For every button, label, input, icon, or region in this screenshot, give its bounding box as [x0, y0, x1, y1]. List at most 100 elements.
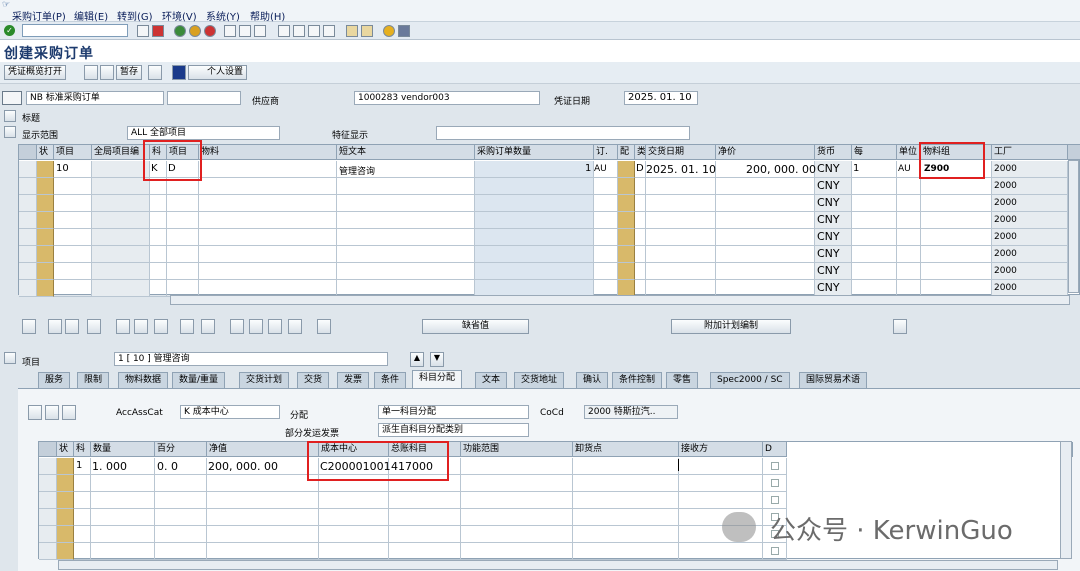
- acct-cat-select[interactable]: K 成本中心: [180, 405, 280, 419]
- exit-icon[interactable]: [189, 25, 201, 37]
- tab-5[interactable]: 交货: [297, 372, 330, 388]
- acct-cell[interactable]: [39, 509, 57, 526]
- item-cell[interactable]: [594, 178, 618, 195]
- plant-cell[interactable]: 2000: [992, 212, 1068, 229]
- total-icon[interactable]: [288, 319, 302, 334]
- col-unit[interactable]: 单位: [897, 145, 921, 160]
- item-cell[interactable]: [92, 212, 150, 229]
- col-net-price[interactable]: 净价: [716, 145, 815, 160]
- item-cell[interactable]: [199, 161, 337, 178]
- acct-cell[interactable]: [319, 526, 389, 543]
- item-cell[interactable]: [475, 161, 594, 178]
- col-per[interactable]: 每: [852, 145, 897, 160]
- item-detail-collapse-icon[interactable]: [4, 352, 16, 364]
- acol-delete[interactable]: D: [763, 442, 787, 457]
- scope-select[interactable]: ALL 全部项目: [127, 126, 280, 140]
- item-cell[interactable]: [37, 212, 54, 229]
- acct-cell[interactable]: [207, 475, 319, 492]
- col-po-qty[interactable]: 采购订单数量: [475, 145, 594, 160]
- unblock-icon[interactable]: [154, 319, 168, 334]
- item-cell[interactable]: [897, 178, 921, 195]
- item-cell[interactable]: [37, 178, 54, 195]
- acct-vscroll[interactable]: [1060, 441, 1072, 559]
- item-cell[interactable]: [475, 212, 594, 229]
- new-session-icon[interactable]: [346, 25, 358, 37]
- item-cell[interactable]: [646, 195, 716, 212]
- acol-recipient[interactable]: 接收方: [679, 442, 763, 457]
- acct-cell[interactable]: [763, 458, 787, 475]
- currency-cell[interactable]: CNY: [815, 229, 852, 246]
- item-cell[interactable]: [92, 246, 150, 263]
- item-cell[interactable]: [852, 212, 897, 229]
- acct-cell[interactable]: [74, 475, 91, 492]
- item-cell[interactable]: [37, 229, 54, 246]
- acct-cell[interactable]: [763, 492, 787, 509]
- acct-cell[interactable]: [57, 458, 74, 475]
- acct-cell[interactable]: [57, 509, 74, 526]
- item-cell[interactable]: [199, 178, 337, 195]
- item-cell[interactable]: [646, 229, 716, 246]
- item-cell[interactable]: [199, 212, 337, 229]
- item-cell[interactable]: [37, 195, 54, 212]
- item-cell[interactable]: [337, 212, 475, 229]
- acct-cell[interactable]: [461, 526, 573, 543]
- item-cell[interactable]: [852, 178, 897, 195]
- acct-cell[interactable]: [679, 543, 763, 560]
- currency-cell[interactable]: CNY: [815, 178, 852, 195]
- tab-1[interactable]: 限制: [77, 372, 110, 388]
- item-cell[interactable]: [594, 263, 618, 280]
- item-cell[interactable]: [897, 263, 921, 280]
- item-cell[interactable]: [54, 263, 92, 280]
- item-cell[interactable]: [54, 212, 92, 229]
- back-green-icon[interactable]: [174, 25, 186, 37]
- acct-cell[interactable]: [389, 492, 461, 509]
- item-cell[interactable]: [337, 195, 475, 212]
- item-cell[interactable]: [852, 229, 897, 246]
- item-cell[interactable]: [167, 195, 199, 212]
- acct-cell[interactable]: [679, 492, 763, 509]
- personal-settings-button[interactable]: 个人设置: [188, 65, 248, 80]
- item-cell[interactable]: [54, 229, 92, 246]
- item-cell[interactable]: [921, 246, 992, 263]
- item-cell[interactable]: [37, 246, 54, 263]
- acct-cell[interactable]: [461, 492, 573, 509]
- acct-cell[interactable]: [679, 475, 763, 492]
- block-icon[interactable]: [134, 319, 148, 334]
- item-cell[interactable]: [337, 246, 475, 263]
- item-cell[interactable]: [150, 280, 167, 297]
- item-cell[interactable]: [618, 178, 635, 195]
- acct-cell[interactable]: [39, 492, 57, 509]
- acct-cell[interactable]: [91, 509, 155, 526]
- acct-cell[interactable]: [461, 458, 573, 475]
- vendor-field[interactable]: 1000283 vendor003: [354, 91, 540, 105]
- col-plant[interactable]: 工厂: [992, 145, 1068, 160]
- item-detail-icon[interactable]: [22, 319, 36, 334]
- col-delivery-date[interactable]: 交货日期: [646, 145, 716, 160]
- acct-cell[interactable]: [461, 509, 573, 526]
- filter-set-icon[interactable]: [249, 319, 263, 334]
- item-cell[interactable]: [167, 246, 199, 263]
- acct-cell[interactable]: [207, 526, 319, 543]
- item-cell[interactable]: [475, 195, 594, 212]
- item-cell[interactable]: [150, 212, 167, 229]
- item-cell[interactable]: [635, 178, 646, 195]
- item-cell[interactable]: [19, 195, 37, 212]
- item-cell[interactable]: [19, 280, 37, 297]
- currency-cell[interactable]: CNY: [815, 263, 852, 280]
- plant-cell[interactable]: 2000: [992, 246, 1068, 263]
- prev-item-icon[interactable]: ▲: [410, 352, 424, 367]
- acct-cell[interactable]: [57, 492, 74, 509]
- item-cell[interactable]: [19, 263, 37, 280]
- acct-cell[interactable]: [74, 509, 91, 526]
- save-icon[interactable]: [152, 25, 164, 37]
- item-cell[interactable]: [19, 246, 37, 263]
- acct-cell[interactable]: [91, 543, 155, 560]
- acct-cell[interactable]: [39, 526, 57, 543]
- item-cell[interactable]: [635, 195, 646, 212]
- col-currency[interactable]: 货币: [815, 145, 852, 160]
- item-cell[interactable]: [594, 229, 618, 246]
- partial-invoice-select[interactable]: 派生自科目分配类别: [378, 423, 529, 437]
- item-cell[interactable]: [897, 229, 921, 246]
- col-short-text[interactable]: 短文本: [337, 145, 475, 160]
- item-cell[interactable]: [475, 229, 594, 246]
